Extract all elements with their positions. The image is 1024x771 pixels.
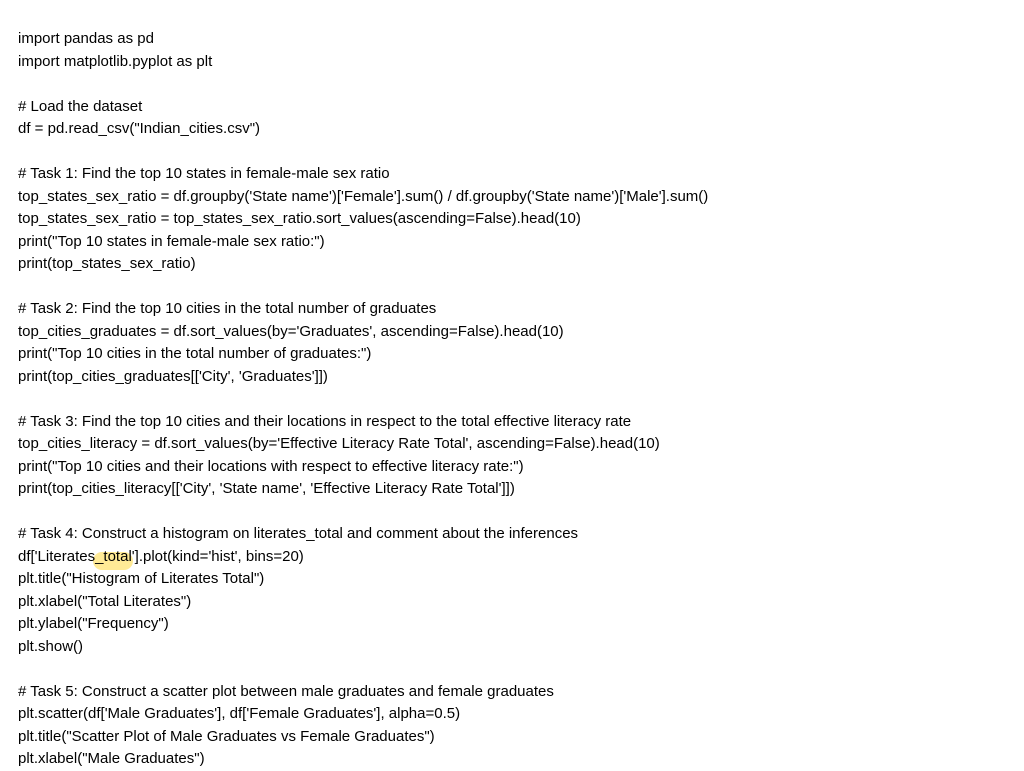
code-line: top_states_sex_ratio = top_states_sex_ra… [18, 208, 1024, 231]
code-line: top_states_sex_ratio = df.groupby('State… [18, 186, 1024, 209]
code-line: # Task 1: Find the top 10 states in fema… [18, 163, 1024, 186]
cursor-highlight: _tota [95, 548, 128, 565]
code-line: print(top_cities_graduates[['City', 'Gra… [18, 366, 1024, 389]
code-line [18, 276, 1024, 299]
code-line: import matplotlib.pyplot as plt [18, 51, 1024, 74]
code-line: # Load the dataset [18, 96, 1024, 119]
code-line: plt.ylabel("Frequency") [18, 613, 1024, 636]
code-line: plt.xlabel("Total Literates") [18, 591, 1024, 614]
code-line: df = pd.read_csv("Indian_cities.csv") [18, 118, 1024, 141]
code-line: # Task 5: Construct a scatter plot betwe… [18, 681, 1024, 704]
code-line [18, 141, 1024, 164]
code-line: top_cities_graduates = df.sort_values(by… [18, 321, 1024, 344]
code-line: print(top_states_sex_ratio) [18, 253, 1024, 276]
code-line [18, 658, 1024, 681]
code-line [18, 501, 1024, 524]
code-line: import pandas as pd [18, 28, 1024, 51]
code-line: df['Literates_total'].plot(kind='hist', … [18, 546, 1024, 569]
code-line: print("Top 10 cities in the total number… [18, 343, 1024, 366]
code-line: print("Top 10 states in female-male sex … [18, 231, 1024, 254]
code-line: plt.title("Scatter Plot of Male Graduate… [18, 726, 1024, 749]
code-line [18, 73, 1024, 96]
code-line: top_cities_literacy = df.sort_values(by=… [18, 433, 1024, 456]
code-line: plt.show() [18, 636, 1024, 659]
code-line: # Task 4: Construct a histogram on liter… [18, 523, 1024, 546]
code-line: plt.scatter(df['Male Graduates'], df['Fe… [18, 703, 1024, 726]
code-block: import pandas as pdimport matplotlib.pyp… [18, 28, 1024, 771]
code-line: print(top_cities_literacy[['City', 'Stat… [18, 478, 1024, 501]
code-line: # Task 3: Find the top 10 cities and the… [18, 411, 1024, 434]
code-line: # Task 2: Find the top 10 cities in the … [18, 298, 1024, 321]
code-line [18, 388, 1024, 411]
code-line: print("Top 10 cities and their locations… [18, 456, 1024, 479]
code-line: plt.title("Histogram of Literates Total"… [18, 568, 1024, 591]
code-line: plt.xlabel("Male Graduates") [18, 748, 1024, 771]
